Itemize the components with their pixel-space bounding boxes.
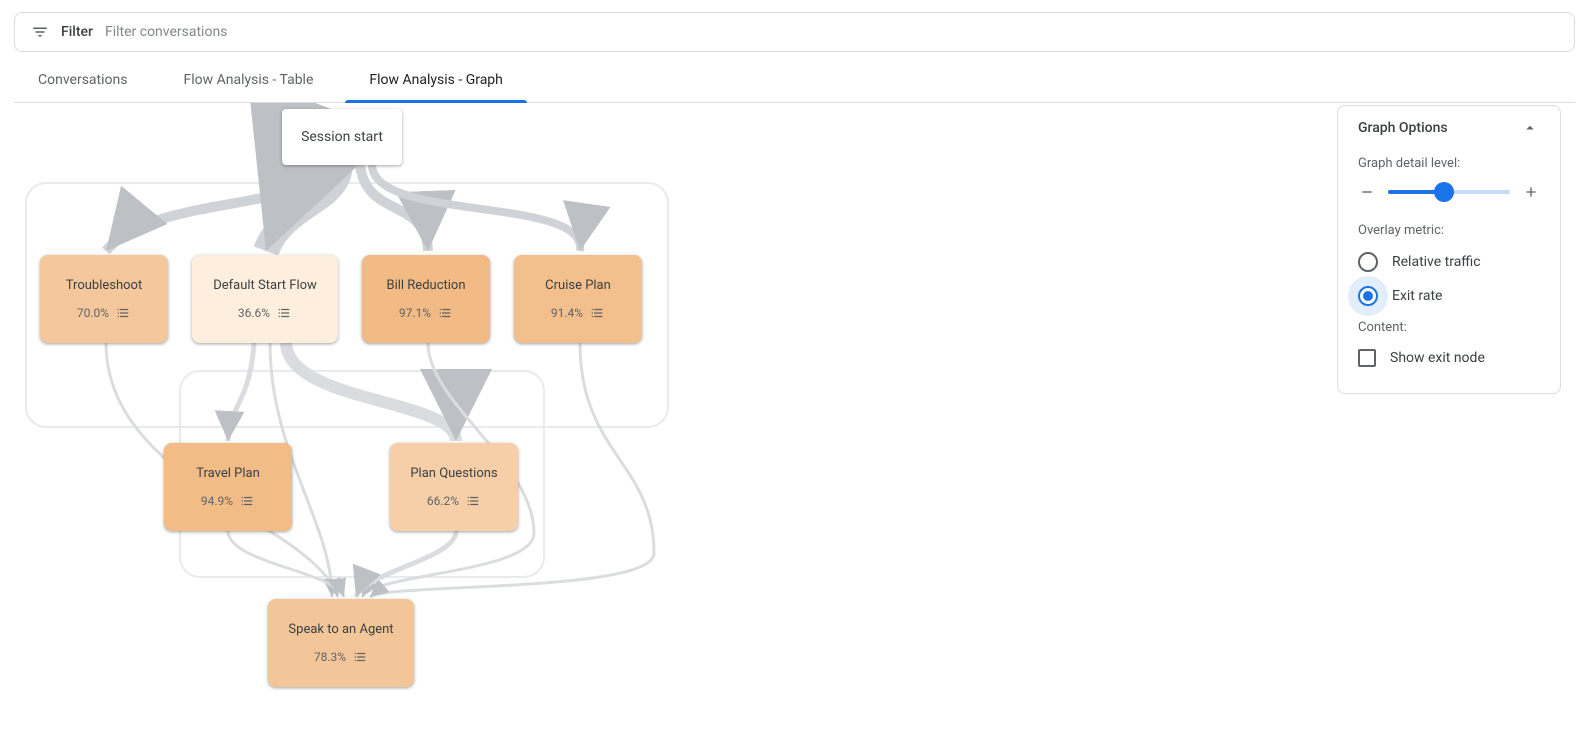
node-session-start[interactable]: Session start — [282, 109, 402, 165]
detail-level-label: Graph detail level: — [1358, 156, 1540, 171]
node-speak-agent[interactable]: Speak to an Agent 78.3% — [268, 599, 414, 687]
graph-options-panel: Graph Options Graph detail level: Overla… — [1337, 105, 1561, 394]
node-value: 94.9% — [201, 494, 233, 508]
node-travel-plan[interactable]: Travel Plan 94.9% — [164, 443, 292, 531]
node-cruise-plan[interactable]: Cruise Plan 91.4% — [514, 255, 642, 343]
radio-label: Relative traffic — [1392, 254, 1481, 270]
node-label: Speak to an Agent — [288, 622, 393, 637]
node-plan-questions[interactable]: Plan Questions 66.2% — [390, 443, 518, 531]
radio-relative-traffic[interactable]: Relative traffic — [1358, 252, 1540, 272]
graph-canvas[interactable]: Session start Troubleshoot 70.0% Default… — [14, 103, 1575, 723]
list-icon — [115, 305, 131, 321]
tab-flow-graph[interactable]: Flow Analysis - Graph — [345, 60, 527, 102]
list-icon — [239, 493, 255, 509]
overlay-metric-label: Overlay metric: — [1358, 223, 1540, 238]
node-label: Cruise Plan — [545, 278, 611, 293]
node-label: Session start — [301, 129, 383, 145]
checkbox-icon — [1358, 349, 1376, 367]
checkbox-show-exit-node[interactable]: Show exit node — [1358, 349, 1540, 367]
plus-icon[interactable] — [1522, 183, 1540, 201]
radio-icon — [1358, 252, 1378, 272]
list-icon — [352, 649, 368, 665]
node-label: Troubleshoot — [66, 278, 142, 293]
radio-label: Exit rate — [1392, 288, 1442, 304]
checkbox-label: Show exit node — [1390, 350, 1485, 366]
node-label: Travel Plan — [196, 466, 260, 481]
content-label: Content: — [1358, 320, 1540, 335]
tab-conversations[interactable]: Conversations — [14, 60, 151, 102]
node-troubleshoot[interactable]: Troubleshoot 70.0% — [40, 255, 168, 343]
filter-input[interactable] — [105, 24, 1558, 40]
node-bill-reduction[interactable]: Bill Reduction 97.1% — [362, 255, 490, 343]
node-value: 36.6% — [238, 306, 270, 320]
tab-flow-table[interactable]: Flow Analysis - Table — [159, 60, 337, 102]
list-icon — [276, 305, 292, 321]
filter-icon — [31, 23, 49, 41]
detail-slider[interactable] — [1388, 190, 1510, 194]
node-label: Plan Questions — [410, 466, 497, 481]
tab-bar: Conversations Flow Analysis - Table Flow… — [14, 60, 1575, 103]
list-icon — [589, 305, 605, 321]
list-icon — [465, 493, 481, 509]
node-label: Bill Reduction — [386, 278, 465, 293]
node-value: 66.2% — [427, 494, 459, 508]
filter-label: Filter — [61, 24, 93, 40]
chevron-up-icon[interactable] — [1520, 118, 1540, 138]
radio-exit-rate[interactable]: Exit rate — [1358, 286, 1540, 306]
node-default-start[interactable]: Default Start Flow 36.6% — [192, 255, 338, 343]
node-label: Default Start Flow — [213, 278, 317, 293]
node-value: 70.0% — [77, 306, 109, 320]
radio-icon — [1358, 286, 1378, 306]
node-value: 97.1% — [399, 306, 431, 320]
options-title: Graph Options — [1358, 120, 1448, 136]
filter-bar: Filter — [14, 12, 1575, 52]
list-icon — [437, 305, 453, 321]
node-value: 91.4% — [551, 306, 583, 320]
node-value: 78.3% — [314, 650, 346, 664]
minus-icon[interactable] — [1358, 183, 1376, 201]
